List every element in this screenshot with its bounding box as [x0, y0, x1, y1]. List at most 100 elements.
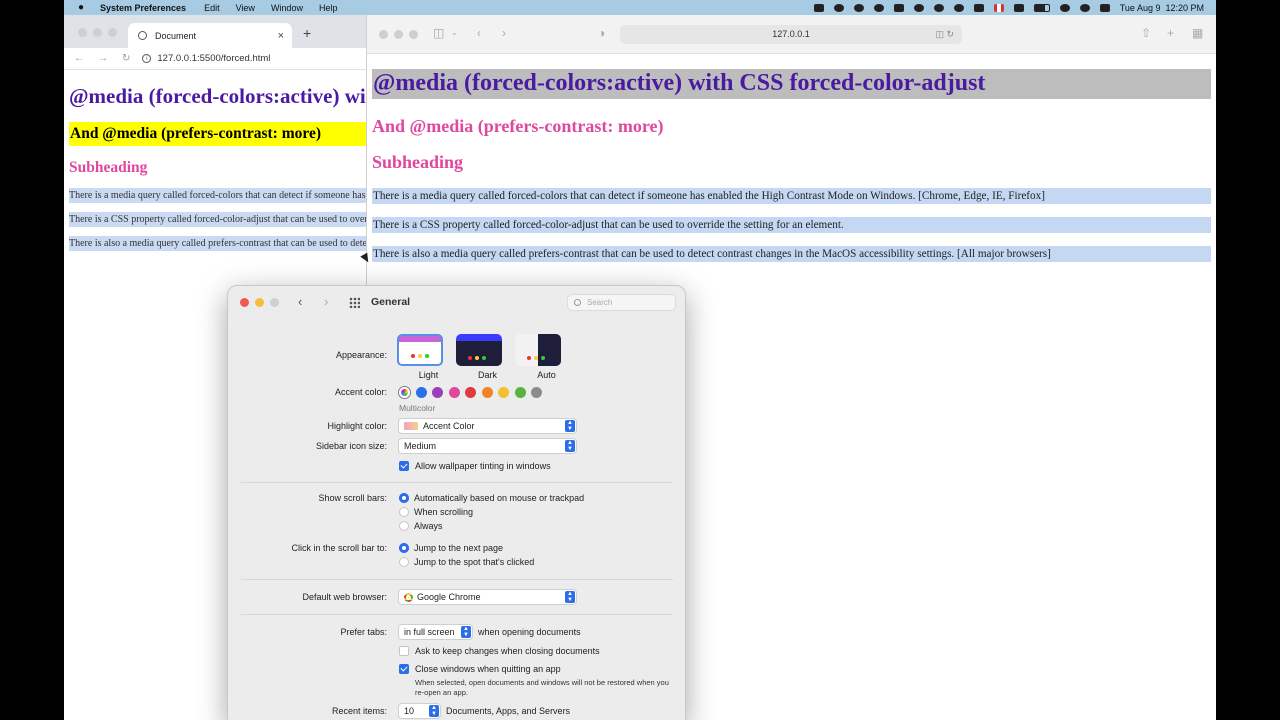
translate-reload-icon[interactable]: ◫ ↻: [935, 25, 954, 44]
minimize-window-button[interactable]: [394, 30, 403, 39]
menu-help[interactable]: Help: [319, 3, 338, 13]
apple-menu-icon[interactable]: ●: [78, 2, 90, 13]
wallpaper-tinting-label: Allow wallpaper tinting in windows: [415, 461, 551, 471]
appearance-dark-option[interactable]: [456, 334, 502, 366]
close-window-button[interactable]: [240, 298, 249, 307]
accent-pink-swatch[interactable]: [448, 386, 460, 398]
appearance-light-option[interactable]: [397, 334, 443, 366]
sidebar-toggle-icon[interactable]: ◫: [433, 26, 444, 40]
wallpaper-tinting-row: Allow wallpaper tinting in windows: [228, 460, 685, 472]
info-icon[interactable]: i: [142, 54, 152, 63]
input-source-flag-icon[interactable]: [993, 3, 1004, 12]
menu-view[interactable]: View: [236, 3, 255, 13]
back-chevron-icon[interactable]: ‹: [298, 294, 302, 309]
recent-items-popup[interactable]: 10 ▲ ▼: [399, 704, 440, 718]
jump-to-spot-radio[interactable]: [399, 557, 409, 567]
share-icon[interactable]: ⇧: [1141, 26, 1151, 40]
show-all-grid-icon[interactable]: [349, 297, 360, 308]
privacy-shield-icon[interactable]: ◑: [598, 26, 605, 40]
close-windows-row: Close windows when quitting an app: [228, 663, 685, 675]
close-windows-checkbox[interactable]: [399, 664, 409, 674]
wifi-icon[interactable]: [1059, 3, 1070, 12]
wallpaper-tinting-checkbox[interactable]: [399, 461, 409, 471]
scroll-bars-always-radio[interactable]: [399, 521, 409, 531]
chevron-down-icon[interactable]: ⌄: [451, 28, 458, 37]
forward-arrow-icon[interactable]: →: [98, 53, 108, 64]
zoom-window-button[interactable]: [108, 28, 117, 37]
accent-graphite-swatch[interactable]: [531, 386, 542, 398]
scroll-bars-always-row: Always: [228, 520, 685, 532]
battery-icon[interactable]: [1033, 3, 1050, 12]
github-icon[interactable]: [853, 3, 864, 12]
forward-arrow-icon[interactable]: ›: [502, 26, 506, 40]
zoom-window-button[interactable]: [270, 298, 279, 307]
chrome-page-content: @media (forced-colors:active) with CSS f…: [64, 84, 366, 251]
scroll-bars-when-scrolling-label: When scrolling: [414, 507, 474, 517]
control-center-icon[interactable]: [1099, 3, 1110, 12]
accent-multicolor-swatch[interactable]: [399, 386, 410, 398]
shield-icon[interactable]: [873, 3, 884, 12]
prefs-pane-title: General: [371, 296, 411, 308]
new-tab-icon[interactable]: +: [1167, 26, 1174, 40]
accent-orange-swatch[interactable]: [481, 386, 493, 398]
scroll-bars-when-scrolling-radio[interactable]: [399, 507, 409, 517]
sync-icon[interactable]: [913, 3, 924, 12]
new-tab-icon[interactable]: +: [303, 25, 311, 41]
forward-chevron-icon[interactable]: ›: [324, 294, 328, 309]
appearance-auto-option[interactable]: [515, 334, 561, 366]
minimize-window-button[interactable]: [93, 28, 102, 37]
scroll-click-spot-row: Jump to the spot that's clicked: [228, 556, 685, 568]
menu-clock[interactable]: Tue Aug 9 12:20 PM: [1120, 3, 1204, 13]
chrome-tab-bar: Document × +: [64, 15, 366, 48]
accent-blue-swatch[interactable]: [415, 386, 427, 398]
minimize-window-button[interactable]: [255, 298, 264, 307]
menu-edit[interactable]: Edit: [204, 3, 220, 13]
popup-arrows-icon: ▲ ▼: [429, 705, 439, 717]
menu-window[interactable]: Window: [271, 3, 303, 13]
close-tab-icon[interactable]: ×: [278, 30, 284, 42]
safari-address-bar[interactable]: 127.0.0.1 ◫ ↻: [620, 25, 962, 44]
page-subheading-contrast: And @media (prefers-contrast: more): [372, 116, 664, 136]
app-tray-icon[interactable]: [833, 3, 844, 12]
prefs-search-input[interactable]: Search: [567, 294, 676, 311]
reload-icon[interactable]: ↻: [122, 53, 130, 64]
chrome-address-bar[interactable]: i 127.0.0.1:5500/forced.html: [142, 53, 270, 64]
safari-window-controls: [379, 30, 418, 39]
prefs-title-bar: ‹ › General Search: [228, 286, 685, 319]
volume-icon[interactable]: [973, 3, 984, 12]
accent-red-swatch[interactable]: [465, 386, 476, 398]
accent-yellow-swatch[interactable]: [498, 386, 509, 398]
menu-app-name[interactable]: System Preferences: [100, 3, 186, 13]
default-browser-popup[interactable]: Google Chrome ▲ ▼: [399, 590, 576, 604]
sidebar-icon-size-popup[interactable]: Medium ▲ ▼: [399, 439, 576, 453]
default-browser-row: Default web browser: Google Chrome ▲ ▼: [228, 590, 685, 604]
section-divider: [241, 579, 673, 580]
prefer-tabs-popup[interactable]: in full screen ▲ ▼: [399, 625, 472, 639]
help-tray-icon[interactable]: [933, 3, 944, 12]
page-heading: @media (forced-colors:active) with CSS f…: [69, 84, 366, 108]
recent-items-row: Recent items: 10 ▲ ▼ Documents, Apps, and…: [228, 704, 685, 718]
malwarebytes-icon[interactable]: [893, 3, 904, 12]
prefer-tabs-label: Prefer tabs:: [340, 627, 387, 637]
back-arrow-icon[interactable]: ‹: [477, 26, 481, 40]
highlight-color-popup[interactable]: Accent Color ▲ ▼: [399, 419, 576, 433]
popup-arrows-icon: ▲ ▼: [565, 420, 575, 432]
jump-next-page-radio[interactable]: [399, 543, 409, 553]
spotlight-icon[interactable]: [1079, 3, 1090, 12]
close-window-button[interactable]: [379, 30, 388, 39]
accent-green-swatch[interactable]: [514, 386, 526, 398]
accent-purple-swatch[interactable]: [432, 386, 443, 398]
scroll-bars-auto-radio[interactable]: [399, 493, 409, 503]
bluetooth-icon[interactable]: [1013, 3, 1024, 12]
play-icon[interactable]: [953, 3, 964, 12]
chrome-tab[interactable]: Document ×: [128, 23, 292, 48]
close-window-button[interactable]: [78, 28, 87, 37]
page-subheading: Subheading: [372, 152, 464, 172]
screen-record-icon[interactable]: [813, 3, 824, 12]
zoom-window-button[interactable]: [409, 30, 418, 39]
prefer-tabs-row: Prefer tabs: in full screen ▲ ▼ when open…: [228, 625, 685, 639]
back-arrow-icon[interactable]: ←: [74, 53, 84, 64]
ask-keep-changes-checkbox[interactable]: [399, 646, 409, 656]
appearance-label: Appearance:: [335, 350, 387, 360]
tab-overview-icon[interactable]: ▦: [1192, 26, 1203, 40]
